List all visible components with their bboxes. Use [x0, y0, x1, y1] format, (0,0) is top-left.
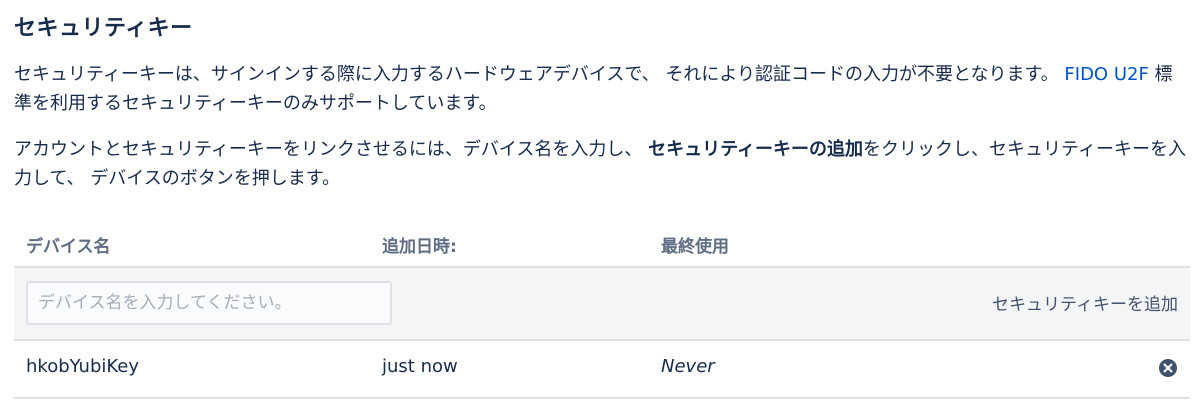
table-row: hkobYubiKey just now Never [14, 341, 1190, 399]
description-text: アカウントとセキュリティーキーをリンクさせるには、デバイス名を入力し、 [14, 139, 649, 160]
add-key-row: セキュリティキーを追加 [14, 268, 1190, 341]
column-header-device-name: デバイス名 [26, 237, 111, 257]
fido-u2f-link[interactable]: FIDO U2F [1064, 64, 1148, 85]
description-paragraph-2: アカウントとセキュリティーキーをリンクさせるには、デバイス名を入力し、 セキュリ… [14, 135, 1190, 193]
device-name-cell: hkobYubiKey [26, 356, 140, 377]
column-header-added: 追加日時: [382, 237, 457, 257]
description-text: セキュリティーキーは、サインインする際に入力するハードウェアデバイスで、 それに… [14, 64, 1065, 85]
device-name-input[interactable] [26, 281, 392, 325]
security-keys-page: セキュリティキー セキュリティーキーは、サインインする際に入力するハードウェアデ… [0, 0, 1200, 409]
last-used-cell: Never [661, 356, 715, 377]
description-paragraph-1: セキュリティーキーは、サインインする際に入力するハードウェアデバイスで、 それに… [14, 60, 1190, 118]
added-cell: just now [382, 356, 458, 377]
column-header-last-used: 最終使用 [661, 237, 729, 257]
table-header: デバイス名 追加日時: 最終使用 [14, 224, 1190, 268]
security-keys-table: デバイス名 追加日時: 最終使用 セキュリティキーを追加 hkobYubiKey… [14, 224, 1190, 399]
add-security-key-button[interactable]: セキュリティキーを追加 [992, 288, 1178, 317]
add-key-emphasis: セキュリティーキーの追加 [648, 139, 864, 160]
remove-circle-icon[interactable] [1158, 358, 1178, 378]
page-title: セキュリティキー [14, 16, 193, 41]
